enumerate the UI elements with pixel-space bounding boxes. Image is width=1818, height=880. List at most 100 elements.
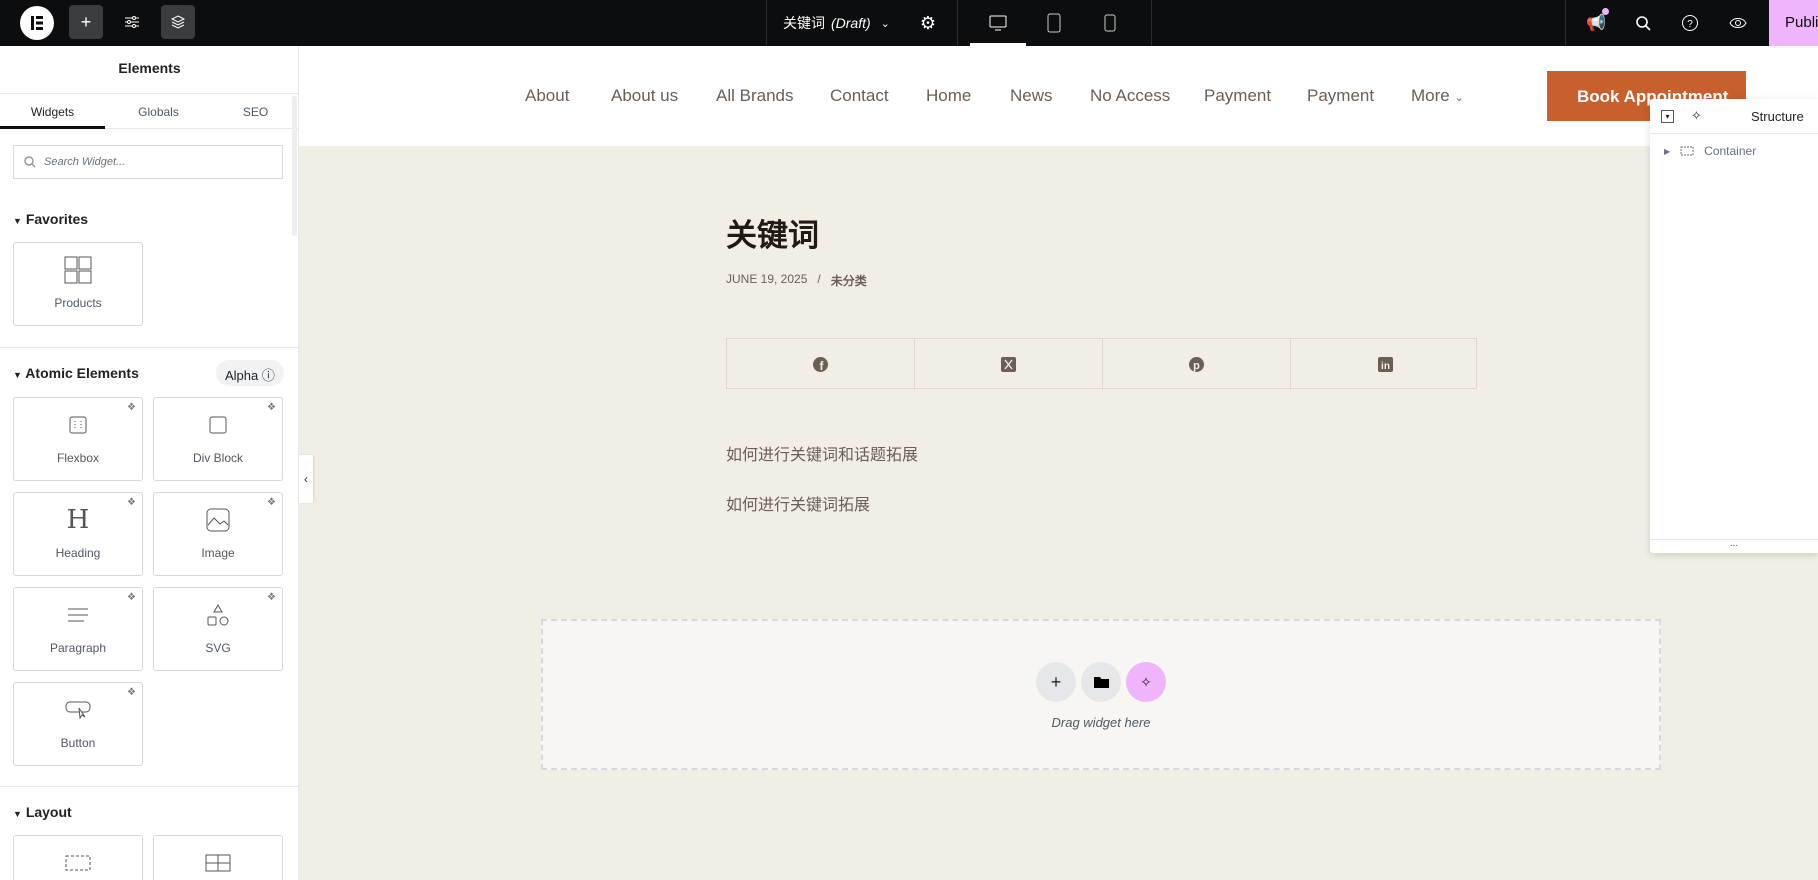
site-settings-button[interactable] bbox=[115, 5, 149, 39]
atomic-icon: ❖ bbox=[267, 497, 276, 508]
nav-all-brands[interactable]: All Brands bbox=[716, 86, 793, 106]
elementor-logo-button[interactable] bbox=[20, 6, 54, 40]
post-date: JUNE 19, 2025 bbox=[726, 272, 808, 286]
share-facebook-button[interactable]: f bbox=[727, 339, 915, 390]
megaphone-icon: 📢 bbox=[1586, 15, 1606, 32]
device-mobile-button[interactable] bbox=[1099, 12, 1121, 34]
document-status: (Draft) bbox=[831, 15, 871, 31]
grid-icon bbox=[203, 848, 233, 878]
search-widget-input[interactable]: Search Widget... bbox=[13, 145, 283, 179]
widget-button[interactable]: ❖ Button bbox=[13, 682, 143, 766]
pinterest-icon: p bbox=[1189, 357, 1204, 372]
nav-home[interactable]: Home bbox=[926, 86, 971, 106]
alpha-badge[interactable]: Alpha ⓘ bbox=[216, 360, 284, 386]
nav-payment-2[interactable]: Payment bbox=[1307, 86, 1374, 106]
caret-down-icon: ▼ bbox=[13, 216, 22, 226]
structure-title: Structure bbox=[1751, 109, 1804, 124]
products-icon bbox=[63, 255, 93, 285]
meta-separator: / bbox=[817, 272, 821, 286]
search-button[interactable] bbox=[1632, 12, 1654, 34]
post-title: 关键词 bbox=[726, 218, 819, 253]
tab-seo[interactable]: SEO bbox=[212, 94, 298, 129]
post-category[interactable]: 未分类 bbox=[831, 272, 867, 289]
caret-right-icon: ▶ bbox=[1664, 146, 1671, 156]
caret-down-icon: ▼ bbox=[13, 809, 22, 819]
section-title: Favorites bbox=[25, 211, 89, 227]
nav-about[interactable]: About bbox=[525, 86, 569, 106]
structure-button[interactable] bbox=[161, 5, 195, 39]
desktop-icon bbox=[989, 15, 1007, 31]
widget-div-block[interactable]: ❖ Div Block bbox=[153, 397, 283, 481]
widget-image[interactable]: ❖ Image bbox=[153, 492, 283, 576]
widget-grid[interactable] bbox=[153, 835, 283, 880]
document-title-dropdown[interactable]: 关键词 (Draft) ⌄ bbox=[783, 13, 890, 33]
add-template-button[interactable] bbox=[1081, 662, 1121, 702]
add-element-button[interactable]: + bbox=[69, 5, 103, 39]
atomic-icon: ❖ bbox=[127, 497, 136, 508]
svg-text:in: in bbox=[1381, 361, 1390, 372]
widget-paragraph[interactable]: ❖ Paragraph bbox=[13, 587, 143, 671]
device-tablet-button[interactable] bbox=[1043, 12, 1065, 34]
widget-container[interactable] bbox=[13, 835, 143, 880]
folder-icon bbox=[1093, 677, 1109, 688]
nav-more[interactable]: More ⌄ bbox=[1411, 86, 1464, 106]
nav-no-access[interactable]: No Access bbox=[1090, 86, 1170, 106]
nav-payment[interactable]: Payment bbox=[1204, 86, 1271, 106]
image-icon bbox=[203, 505, 233, 535]
x-icon bbox=[1001, 357, 1016, 372]
preview-button[interactable] bbox=[1727, 12, 1749, 34]
favorites-section-toggle[interactable]: ▼ Favorites bbox=[13, 211, 88, 227]
chevron-down-icon: ⌄ bbox=[880, 17, 890, 30]
ai-button[interactable]: ✧ bbox=[1126, 662, 1166, 702]
heading-icon: H bbox=[66, 505, 90, 535]
caret-down-icon: ▼ bbox=[13, 370, 22, 380]
device-desktop-button[interactable] bbox=[987, 12, 1009, 34]
notification-dot bbox=[1602, 8, 1609, 15]
flexbox-icon bbox=[63, 410, 93, 440]
page-settings-button[interactable]: ⚙ bbox=[917, 12, 939, 34]
layout-section-toggle[interactable]: ▼ Layout bbox=[13, 804, 72, 820]
atomic-section-toggle[interactable]: ▼ Atomic Elements bbox=[13, 365, 139, 381]
nav-about-us[interactable]: About us bbox=[611, 86, 678, 106]
badge-label: Alpha bbox=[225, 368, 259, 383]
panel-scrollbar[interactable] bbox=[292, 96, 297, 236]
panel-title: Elements bbox=[118, 60, 181, 76]
chevron-left-icon: ‹ bbox=[304, 472, 308, 486]
panel-tabs: Widgets Globals SEO bbox=[0, 94, 298, 129]
tab-globals[interactable]: Globals bbox=[105, 94, 212, 129]
nav-contact[interactable]: Contact bbox=[830, 86, 889, 106]
whats-new-button[interactable]: 📢 bbox=[1585, 8, 1609, 34]
publish-button[interactable]: Publish bbox=[1769, 0, 1818, 46]
widget-label: Flexbox bbox=[56, 451, 100, 465]
help-button[interactable]: ? bbox=[1679, 12, 1701, 34]
nav-news[interactable]: News bbox=[1010, 86, 1053, 106]
share-pinterest-button[interactable]: p bbox=[1103, 339, 1291, 390]
paragraph-icon bbox=[63, 600, 93, 630]
share-linkedin-button[interactable]: in bbox=[1291, 339, 1479, 390]
plus-icon: + bbox=[80, 11, 92, 32]
layers-icon bbox=[170, 15, 186, 29]
resize-handle[interactable]: ... bbox=[1650, 539, 1818, 553]
section-title: Layout bbox=[25, 804, 72, 820]
elements-panel: Elements Widgets Globals SEO Search Widg… bbox=[0, 46, 299, 880]
chevron-down-icon: ⌄ bbox=[1454, 92, 1464, 104]
sparkles-icon: ✧ bbox=[1140, 673, 1152, 690]
search-icon bbox=[24, 156, 36, 168]
widget-heading[interactable]: ❖ H Heading bbox=[13, 492, 143, 576]
dropzone-hint: Drag widget here bbox=[1051, 715, 1151, 730]
widget-flexbox[interactable]: ❖ Flexbox bbox=[13, 397, 143, 481]
sparkles-icon[interactable]: ✧ bbox=[1691, 108, 1702, 124]
add-section-button[interactable]: + bbox=[1036, 662, 1076, 702]
tab-widgets[interactable]: Widgets bbox=[0, 94, 105, 129]
collapse-panel-button[interactable]: ‹ bbox=[299, 455, 313, 503]
share-x-button[interactable] bbox=[915, 339, 1103, 390]
widget-svg[interactable]: ❖ SVG bbox=[153, 587, 283, 671]
facebook-icon: f bbox=[813, 357, 828, 372]
post-meta: JUNE 19, 2025 / 未分类 bbox=[726, 272, 867, 289]
structure-item-container[interactable]: ▶ Container bbox=[1664, 144, 1756, 158]
editor-top-bar: + 关键词 (Draft) ⌄ ⚙ 📢 ? Publish bbox=[0, 0, 1818, 46]
widget-products[interactable]: Products bbox=[13, 242, 143, 326]
widget-label: Heading bbox=[55, 546, 101, 560]
collapse-panel-icon[interactable]: ▾ bbox=[1661, 110, 1674, 123]
search-placeholder: Search Widget... bbox=[44, 156, 126, 168]
